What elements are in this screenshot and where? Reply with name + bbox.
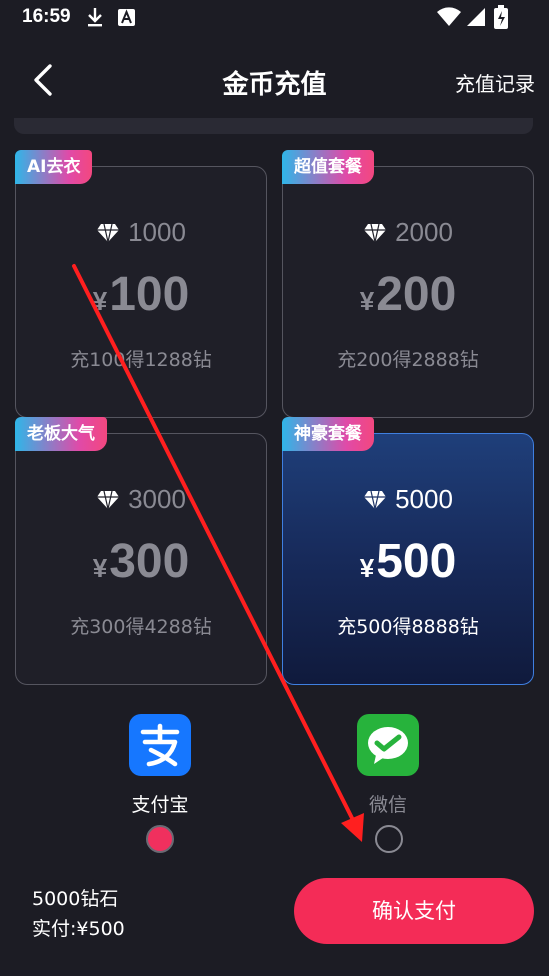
a-badge-icon bbox=[118, 9, 135, 30]
package-tag: 超值套餐 bbox=[282, 150, 374, 184]
summary-amount: 实付:¥500 bbox=[32, 918, 125, 940]
header: 金币充值 充值记录 bbox=[0, 50, 549, 110]
confirm-payment-button[interactable]: 确认支付 bbox=[294, 878, 534, 944]
status-bar: 16:59 bbox=[0, 0, 549, 36]
package-price: 500 bbox=[376, 535, 457, 588]
payment-option-wechat[interactable]: 微信 bbox=[328, 714, 448, 817]
package-diamonds: 5000 bbox=[395, 484, 453, 514]
package-price: 100 bbox=[109, 268, 190, 321]
package-price: 300 bbox=[109, 535, 190, 588]
alipay-radio[interactable] bbox=[146, 825, 174, 853]
wechat-radio[interactable] bbox=[375, 825, 403, 853]
package-diamonds: 3000 bbox=[128, 484, 186, 514]
payment-label: 微信 bbox=[368, 794, 407, 816]
package-card-5000[interactable]: 神豪套餐 5000 ¥500 充500得8888钻 bbox=[282, 417, 534, 685]
battery-icon bbox=[494, 5, 508, 33]
diamond-icon bbox=[97, 490, 120, 510]
order-summary: 5000钻石 实付:¥500 bbox=[32, 884, 125, 944]
summary-diamonds: 5000钻石 bbox=[32, 888, 119, 910]
recharge-records-link[interactable]: 充值记录 bbox=[455, 68, 535, 97]
status-time: 16:59 bbox=[22, 6, 71, 27]
package-tag: AI去衣 bbox=[15, 150, 93, 184]
wechat-pay-icon bbox=[357, 714, 419, 776]
top-panel-edge bbox=[14, 118, 533, 134]
payment-option-alipay[interactable]: 支付宝 bbox=[100, 714, 220, 817]
diamond-icon bbox=[97, 223, 120, 243]
package-description: 充500得8888钻 bbox=[337, 616, 479, 638]
signal-icon bbox=[466, 7, 486, 31]
alipay-icon bbox=[129, 714, 191, 776]
package-description: 充100得1288钻 bbox=[70, 349, 212, 371]
package-tag: 神豪套餐 bbox=[282, 417, 374, 451]
diamond-icon bbox=[364, 490, 387, 510]
package-card-3000[interactable]: 老板大气 3000 ¥300 充300得4288钻 bbox=[15, 417, 267, 685]
package-card-2000[interactable]: 超值套餐 2000 ¥200 充200得2888钻 bbox=[282, 150, 534, 418]
currency-symbol: ¥ bbox=[359, 553, 375, 583]
package-price: 200 bbox=[376, 268, 457, 321]
currency-symbol: ¥ bbox=[92, 553, 108, 583]
currency-symbol: ¥ bbox=[92, 286, 108, 316]
wifi-icon bbox=[436, 7, 462, 31]
download-icon bbox=[86, 6, 104, 32]
package-diamonds: 2000 bbox=[395, 217, 453, 247]
currency-symbol: ¥ bbox=[359, 286, 375, 316]
package-description: 充300得4288钻 bbox=[70, 616, 212, 638]
payment-label: 支付宝 bbox=[131, 794, 189, 816]
package-description: 充200得2888钻 bbox=[337, 349, 479, 371]
package-tag: 老板大气 bbox=[15, 417, 107, 451]
package-diamonds: 1000 bbox=[128, 217, 186, 247]
package-card-1000[interactable]: AI去衣 1000 ¥100 充100得1288钻 bbox=[15, 150, 267, 418]
diamond-icon bbox=[364, 223, 387, 243]
